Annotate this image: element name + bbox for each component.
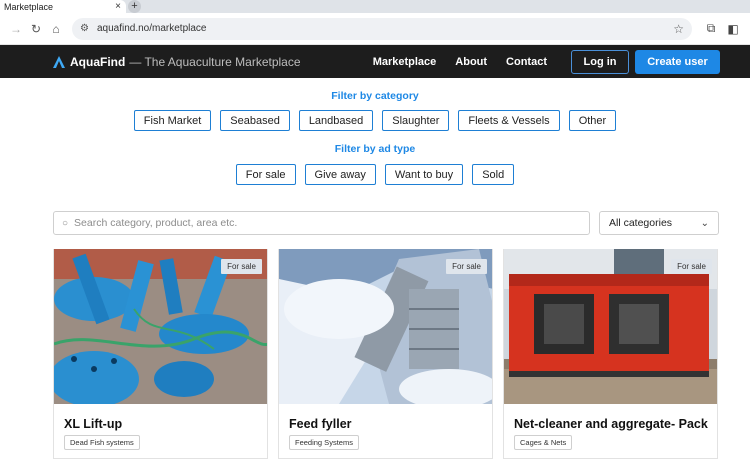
site-info-icon[interactable]: ⚙ [80, 23, 89, 34]
brand-tagline: — The Aquaculture Marketplace [129, 54, 301, 69]
site-header: AquaFind — The Aquaculture Marketplace M… [0, 45, 750, 78]
chip-want-to-buy[interactable]: Want to buy [384, 164, 464, 185]
reload-icon[interactable]: ↻ [26, 22, 46, 36]
filter-adtype-title: Filter by ad type [334, 143, 416, 155]
chevron-down-icon: ⌄ [700, 217, 709, 229]
search-input[interactable]: ○ Search category, product, area etc. [53, 211, 590, 235]
search-row: ○ Search category, product, area etc. Al… [53, 211, 719, 235]
listing-category-tag: Dead Fish systems [64, 435, 140, 450]
listing-title[interactable]: Net-cleaner and aggregate- Pack [514, 417, 708, 431]
category-select[interactable]: All categories ⌄ [599, 211, 719, 235]
listing-image[interactable]: For sale [54, 249, 267, 404]
url-text[interactable]: aquafind.no/marketplace [97, 23, 673, 34]
address-bar[interactable]: ⚙ aquafind.no/marketplace ☆ [72, 17, 692, 40]
tab-close-icon[interactable]: × [112, 1, 124, 12]
listing-image[interactable]: For sale [504, 249, 717, 404]
category-select-value: All categories [609, 217, 673, 229]
search-placeholder: Search category, product, area etc. [74, 217, 238, 229]
browser-tab-bar: Marketplace × + [0, 0, 750, 13]
nav-contact[interactable]: Contact [506, 56, 547, 68]
status-badge: For sale [446, 259, 487, 274]
aquafind-logo-icon [53, 55, 65, 68]
chip-slaughter[interactable]: Slaughter [382, 110, 450, 131]
listing-card[interactable]: For sale XL Lift-up Dead Fish systems [53, 249, 268, 459]
create-user-button[interactable]: Create user [635, 49, 720, 74]
listing-card[interactable]: For sale Feed fyller Feeding Systems [278, 249, 493, 459]
chip-landbased[interactable]: Landbased [298, 110, 374, 131]
nav-about[interactable]: About [455, 56, 487, 68]
listing-card[interactable]: For sale Net-cleaner and aggregate- Pack… [503, 249, 718, 459]
chip-fleets-vessels[interactable]: Fleets & Vessels [458, 110, 560, 131]
status-badge: For sale [671, 259, 712, 274]
chip-seabased[interactable]: Seabased [220, 110, 290, 131]
listing-category-tag: Cages & Nets [514, 435, 573, 450]
tab-title: Marketplace [4, 1, 54, 12]
listing-title[interactable]: XL Lift-up [64, 417, 122, 431]
chip-give-away[interactable]: Give away [304, 164, 376, 185]
listing-category-tag: Feeding Systems [289, 435, 359, 450]
home-icon[interactable]: ⌂ [46, 22, 66, 36]
chip-fish-market[interactable]: Fish Market [133, 110, 212, 131]
extensions-icon[interactable]: ⧉ [700, 21, 722, 36]
site-logo[interactable]: AquaFind — The Aquaculture Marketplace [52, 55, 301, 69]
chip-for-sale[interactable]: For sale [235, 164, 296, 185]
brand-name: AquaFind [70, 54, 126, 69]
browser-toolbar: → ↻ ⌂ ⚙ aquafind.no/marketplace ☆ ⧉ ◧ [0, 13, 750, 45]
category-filter-row: Fish Market Seabased Landbased Slaughter… [0, 110, 750, 131]
filter-category-title: Filter by category [331, 90, 419, 102]
listing-grid: For sale XL Lift-up Dead Fish systems Fo… [53, 249, 719, 459]
search-icon: ○ [62, 217, 69, 229]
listing-image[interactable]: For sale [279, 249, 492, 404]
chip-other[interactable]: Other [568, 110, 617, 131]
new-tab-button[interactable]: + [128, 0, 141, 13]
back-arrow-icon[interactable]: → [6, 22, 26, 36]
login-button[interactable]: Log in [571, 49, 629, 74]
listing-title[interactable]: Feed fyller [289, 417, 352, 431]
main-nav: Marketplace About Contact Log in Create … [373, 49, 720, 74]
side-panel-icon[interactable]: ◧ [722, 22, 744, 36]
bookmark-star-icon[interactable]: ☆ [673, 22, 684, 36]
adtype-filter-row: For sale Give away Want to buy Sold [0, 164, 750, 185]
browser-tab[interactable]: Marketplace × [0, 0, 126, 13]
nav-marketplace[interactable]: Marketplace [373, 56, 437, 68]
chip-sold[interactable]: Sold [472, 164, 515, 185]
status-badge: For sale [221, 259, 262, 274]
